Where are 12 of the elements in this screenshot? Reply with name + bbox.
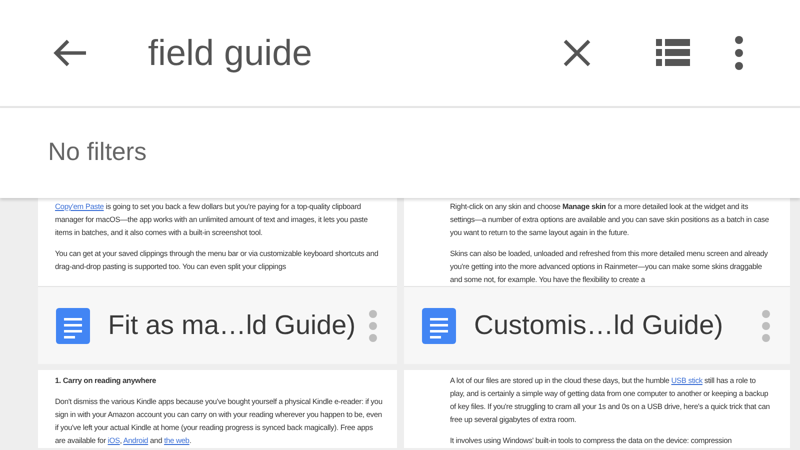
search-field[interactable]: field guide — [148, 26, 478, 80]
filter-label[interactable]: No filters — [48, 134, 147, 172]
close-icon[interactable] — [562, 38, 592, 68]
more-menu-icon[interactable] — [735, 36, 743, 70]
list-view-icon[interactable] — [656, 39, 690, 67]
back-arrow-icon[interactable] — [52, 38, 88, 68]
document-icon — [422, 308, 456, 344]
document-title: Fit as ma…ld Guide) — [108, 309, 357, 342]
document-title: Customis…ld Guide) — [474, 309, 724, 342]
document-title-bar[interactable]: Customis…ld Guide) — [404, 286, 790, 364]
document-title-bar[interactable]: Fit as ma…ld Guide) — [38, 286, 397, 364]
document-icon — [56, 308, 90, 344]
